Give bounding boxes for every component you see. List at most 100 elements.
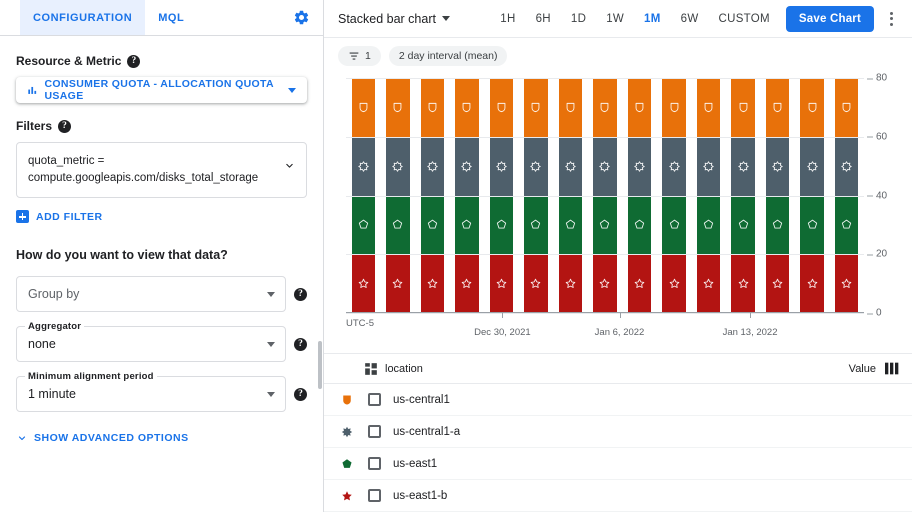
bar-segment[interactable]: [662, 195, 686, 255]
bar-segment[interactable]: [800, 78, 824, 137]
legend-row[interactable]: us-east1: [324, 448, 912, 480]
bar-segment[interactable]: [731, 136, 755, 196]
bar-segment[interactable]: [524, 195, 548, 255]
save-chart-button[interactable]: Save Chart: [785, 5, 874, 32]
settings-button[interactable]: [289, 6, 313, 30]
bar-segment[interactable]: [696, 195, 721, 255]
time-range-6h[interactable]: 6H: [526, 8, 561, 30]
group-by-select[interactable]: Group by: [16, 276, 286, 312]
panel-scrollbar[interactable]: [318, 341, 322, 389]
bar-segment[interactable]: [662, 254, 686, 313]
bar-segment[interactable]: [800, 136, 824, 196]
bar-segment[interactable]: [558, 136, 583, 196]
bar-segment[interactable]: [593, 195, 617, 255]
legend-row-checkbox[interactable]: [368, 489, 381, 502]
legend-row-checkbox[interactable]: [368, 393, 381, 406]
aggregator-select[interactable]: Aggregator none: [16, 321, 286, 362]
min-alignment-period-select[interactable]: Minimum alignment period 1 minute: [16, 371, 286, 412]
bar-segment[interactable]: [662, 78, 686, 137]
bar-segment[interactable]: [662, 136, 686, 196]
bar-segment[interactable]: [765, 254, 790, 313]
filters-help-icon[interactable]: ?: [58, 119, 72, 133]
filter-count-chip[interactable]: 1: [338, 46, 381, 66]
resource-metric-selector[interactable]: CONSUMER QUOTA - ALLOCATION QUOTA USAGE: [16, 77, 307, 103]
bar-segment[interactable]: [420, 78, 445, 137]
bar-segment[interactable]: [696, 136, 721, 196]
time-range-1m[interactable]: 1M: [634, 8, 671, 30]
tab-mql[interactable]: MQL: [145, 0, 197, 35]
aggregator-help-icon[interactable]: ?: [294, 337, 307, 351]
bar-segment[interactable]: [834, 254, 859, 313]
resource-metric-help-icon[interactable]: ?: [127, 54, 141, 68]
bar-segment[interactable]: [593, 136, 617, 196]
bar-segment[interactable]: [627, 254, 652, 313]
legend-row-checkbox[interactable]: [368, 457, 381, 470]
bar-segment[interactable]: [420, 254, 445, 313]
shield-icon: [428, 102, 437, 112]
bar-segment[interactable]: [696, 78, 721, 137]
chart-type-selector[interactable]: Stacked bar chart: [338, 12, 450, 26]
bar-segment[interactable]: [834, 136, 859, 196]
bar-segment[interactable]: [765, 136, 790, 196]
chart-menu-button[interactable]: [878, 6, 904, 32]
tab-configuration[interactable]: CONFIGURATION: [20, 0, 146, 35]
bar-segment[interactable]: [696, 254, 721, 313]
bar-segment[interactable]: [386, 195, 410, 255]
bar-segment[interactable]: [558, 78, 583, 137]
filters-box[interactable]: quota_metric = compute.googleapis.com/di…: [16, 142, 307, 198]
bar-segment[interactable]: [627, 195, 652, 255]
interval-chip[interactable]: 2 day interval (mean): [388, 46, 508, 66]
bar-segment[interactable]: [593, 254, 617, 313]
bar-segment[interactable]: [558, 254, 583, 313]
show-advanced-options-button[interactable]: SHOW ADVANCED OPTIONS: [16, 432, 307, 444]
bar-segment[interactable]: [351, 136, 375, 196]
bar-segment[interactable]: [524, 136, 548, 196]
bar-segment[interactable]: [386, 136, 410, 196]
bar-segment[interactable]: [800, 254, 824, 313]
bar-segment[interactable]: [455, 78, 479, 137]
bar-segment[interactable]: [765, 195, 790, 255]
group-by-help-icon[interactable]: ?: [294, 287, 307, 301]
bar-segment[interactable]: [524, 78, 548, 137]
bar-segment[interactable]: [524, 254, 548, 313]
bar-segment[interactable]: [627, 78, 652, 137]
legend-row[interactable]: us-central1: [324, 384, 912, 416]
bar-segment[interactable]: [558, 195, 583, 255]
time-range-1h[interactable]: 1H: [490, 8, 525, 30]
bar-segment[interactable]: [834, 195, 859, 255]
bar-segment[interactable]: [489, 78, 514, 137]
bar-segment[interactable]: [800, 195, 824, 255]
min-alignment-period-help-icon[interactable]: ?: [294, 387, 307, 401]
time-range-6w[interactable]: 6W: [671, 8, 709, 30]
bar-segment[interactable]: [455, 254, 479, 313]
filters-expand-button[interactable]: [283, 159, 296, 177]
bar-segment[interactable]: [489, 195, 514, 255]
legend-row[interactable]: us-central1-a: [324, 416, 912, 448]
bar-segment[interactable]: [731, 78, 755, 137]
legend-group-column[interactable]: location: [364, 362, 423, 376]
time-range-1w[interactable]: 1W: [596, 8, 634, 30]
bar-segment[interactable]: [455, 195, 479, 255]
legend-row[interactable]: us-east1-b: [324, 480, 912, 512]
bar-segment[interactable]: [351, 78, 375, 137]
time-range-custom[interactable]: CUSTOM: [708, 8, 779, 30]
bar-segment[interactable]: [420, 195, 445, 255]
bar-segment[interactable]: [731, 254, 755, 313]
legend-row-checkbox[interactable]: [368, 425, 381, 438]
legend-value-column[interactable]: Value: [849, 362, 900, 375]
bar-segment[interactable]: [489, 254, 514, 313]
bar-segment[interactable]: [386, 254, 410, 313]
time-range-1d[interactable]: 1D: [561, 8, 596, 30]
bar-segment[interactable]: [834, 78, 859, 137]
bar-segment[interactable]: [386, 78, 410, 137]
bar-segment[interactable]: [489, 136, 514, 196]
bar-segment[interactable]: [420, 136, 445, 196]
bar-segment[interactable]: [731, 195, 755, 255]
bar-segment[interactable]: [455, 136, 479, 196]
bar-segment[interactable]: [351, 254, 375, 313]
add-filter-button[interactable]: ADD FILTER: [16, 210, 307, 223]
bar-segment[interactable]: [593, 78, 617, 137]
bar-segment[interactable]: [765, 78, 790, 137]
bar-segment[interactable]: [351, 195, 375, 255]
bar-segment[interactable]: [627, 136, 652, 196]
